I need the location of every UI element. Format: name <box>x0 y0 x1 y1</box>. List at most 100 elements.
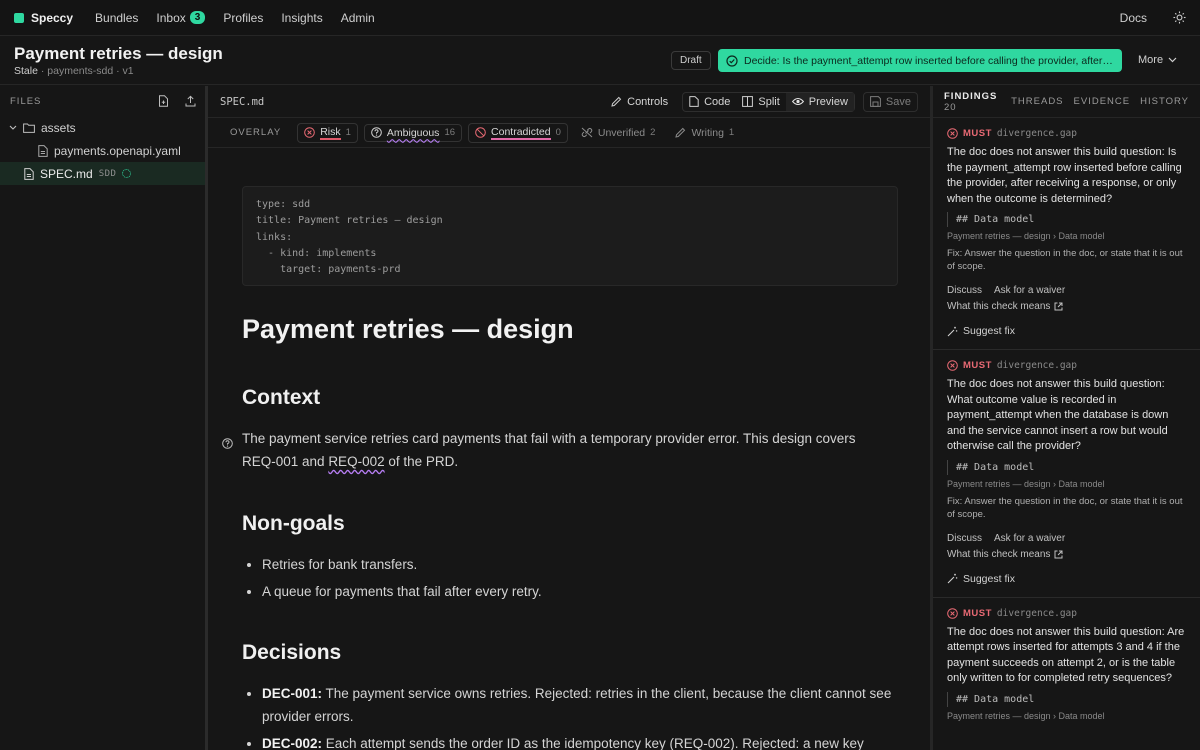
chevron-down-icon <box>1168 57 1177 63</box>
tab-findings-label: FINDINGS <box>944 90 998 102</box>
draft-badge[interactable]: Draft <box>671 51 711 70</box>
nav-bundles[interactable]: Bundles <box>95 11 138 25</box>
findings-count: 20 <box>944 101 957 113</box>
context-text-2: of the PRD. <box>384 454 459 469</box>
ban-icon <box>475 127 486 138</box>
external-link-icon <box>1054 550 1063 558</box>
check-meaning-link[interactable]: What this check means <box>947 301 1186 312</box>
overlay-writing-toggle[interactable]: Writing 1 <box>668 124 741 142</box>
risk-label: Risk <box>320 125 341 140</box>
code-view-button[interactable]: Code <box>683 93 736 111</box>
overlay-filter-bar: OVERLAY Risk 1 Ambiguous 16 Contradicted… <box>208 118 930 148</box>
finding-location[interactable]: Payment retries — design › Data model <box>947 479 1186 489</box>
tree-file-spec[interactable]: SPEC.md SDD <box>0 162 206 185</box>
sdd-tag: SDD <box>98 168 117 179</box>
link-off-icon <box>581 127 593 138</box>
loading-spinner-icon <box>122 169 132 178</box>
suggest-fix-button[interactable]: Suggest fix <box>947 325 1186 337</box>
finding-text: The doc does not answer this build quest… <box>947 625 1185 685</box>
finding-location[interactable]: Payment retries — design › Data model <box>947 711 1186 721</box>
overlay-ambiguous-toggle[interactable]: Ambiguous 16 <box>363 123 463 142</box>
new-file-icon[interactable] <box>158 95 169 107</box>
chevron-down-icon <box>9 125 17 130</box>
decision-item: DEC-002: Each attempt sends the order ID… <box>242 732 892 750</box>
save-label: Save <box>885 95 911 108</box>
file-icon <box>24 167 34 180</box>
finding-text: The doc does not answer this build quest… <box>947 378 1169 452</box>
document-meta: Stale · payments-sdd · v1 <box>14 65 134 77</box>
eye-icon <box>791 98 804 105</box>
discuss-link[interactable]: Discuss <box>947 285 982 296</box>
folder-icon <box>23 123 35 133</box>
unverified-count: 2 <box>650 127 656 138</box>
overlay-contradicted-toggle[interactable]: Contradicted 0 <box>468 122 568 143</box>
question-circle-icon <box>371 127 382 138</box>
decide-banner-button[interactable]: Decide: Is the payment_attempt row inser… <box>718 49 1122 72</box>
theme-toggle-sun-icon[interactable] <box>1173 11 1186 24</box>
finding-code: divergence.gap <box>996 128 1077 139</box>
inbox-count-badge: 3 <box>189 11 206 24</box>
stale-status: Stale <box>14 65 38 77</box>
finding-card[interactable]: MUST divergence.gap The doc does not ans… <box>933 598 1200 739</box>
code-file-icon <box>689 96 699 107</box>
decide-text: Decide: Is the payment_attempt row inser… <box>744 54 1114 67</box>
more-menu-button[interactable]: More <box>1138 54 1177 66</box>
writing-count: 1 <box>728 127 735 138</box>
ambiguous-req-link[interactable]: REQ-002 <box>328 454 384 469</box>
nav-docs[interactable]: Docs <box>1120 11 1147 25</box>
risk-count: 1 <box>345 127 351 138</box>
brand-logo[interactable]: Speccy <box>14 11 73 25</box>
nav-inbox[interactable]: Inbox 3 <box>156 11 206 25</box>
preview-view-button[interactable]: Preview <box>785 92 854 111</box>
more-label: More <box>1138 54 1164 66</box>
finding-code: divergence.gap <box>996 360 1077 371</box>
nav-admin[interactable]: Admin <box>341 11 375 25</box>
ambiguous-marker-icon[interactable] <box>222 438 233 449</box>
nav-insights[interactable]: Insights <box>281 11 322 25</box>
tab-findings[interactable]: FINDINGS 20 <box>944 91 1001 113</box>
finding-card[interactable]: MUST divergence.gap The doc does not ans… <box>933 118 1200 350</box>
finding-quote[interactable]: ## Data model <box>947 691 1186 707</box>
tree-folder-assets[interactable]: assets <box>0 116 206 139</box>
finding-card[interactable]: MUST divergence.gap The doc does not ans… <box>933 350 1200 598</box>
finding-location[interactable]: Payment retries — design › Data model <box>947 231 1186 241</box>
finding-quote[interactable]: ## Data model <box>947 212 1186 227</box>
finding-fix: Fix: Answer the question in the doc, or … <box>947 495 1183 520</box>
editor-filename: SPEC.md <box>220 95 265 108</box>
tab-evidence[interactable]: EVIDENCE <box>1074 96 1131 107</box>
finding-text: The doc does not answer this build quest… <box>947 146 1182 205</box>
folder-name: assets <box>41 120 76 135</box>
section-heading-nongoals: Non-goals <box>242 512 345 535</box>
finding-quote[interactable]: ## Data model <box>947 459 1186 475</box>
tab-threads[interactable]: THREADS <box>1011 96 1063 107</box>
x-circle-icon <box>304 127 315 138</box>
discuss-link[interactable]: Discuss <box>947 533 982 544</box>
controls-button[interactable]: Controls <box>605 93 674 111</box>
brand-icon <box>14 12 24 23</box>
split-view-button[interactable]: Split <box>736 93 785 111</box>
overlay-unverified-toggle[interactable]: Unverified 2 <box>574 124 663 142</box>
finding-fix: Fix: Answer the question in the doc, or … <box>947 248 1183 272</box>
tree-file-openapi[interactable]: payments.openapi.yaml <box>0 139 206 162</box>
ask-waiver-link[interactable]: Ask for a waiver <box>994 533 1065 544</box>
view-mode-toggle: Code Split Preview <box>682 91 855 112</box>
ask-waiver-link[interactable]: Ask for a waiver <box>994 285 1065 296</box>
list-item: A queue for payments that fail after eve… <box>242 580 892 603</box>
contradicted-label: Contradicted <box>491 125 551 140</box>
check-meaning-link[interactable]: What this check means <box>947 549 1186 560</box>
save-button[interactable]: Save <box>862 91 918 112</box>
ambiguous-label: Ambiguous <box>386 126 440 139</box>
preview-label: Preview <box>808 95 848 108</box>
pencil-icon <box>611 96 622 107</box>
tab-history[interactable]: HISTORY <box>1140 96 1189 107</box>
suggest-fix-label: Suggest fix <box>963 572 1015 585</box>
document-heading: Payment retries — design <box>242 314 574 344</box>
upload-icon[interactable] <box>185 95 196 107</box>
nav-profiles[interactable]: Profiles <box>223 11 263 25</box>
overlay-risk-toggle[interactable]: Risk 1 <box>297 122 358 143</box>
decision-text: Each attempt sends the order ID as the i… <box>322 736 864 750</box>
suggest-fix-button[interactable]: Suggest fix <box>947 573 1186 585</box>
writing-label: Writing <box>691 126 724 139</box>
external-link-icon <box>1054 302 1063 311</box>
document-subtitle: · payments-sdd · v1 <box>40 65 134 77</box>
